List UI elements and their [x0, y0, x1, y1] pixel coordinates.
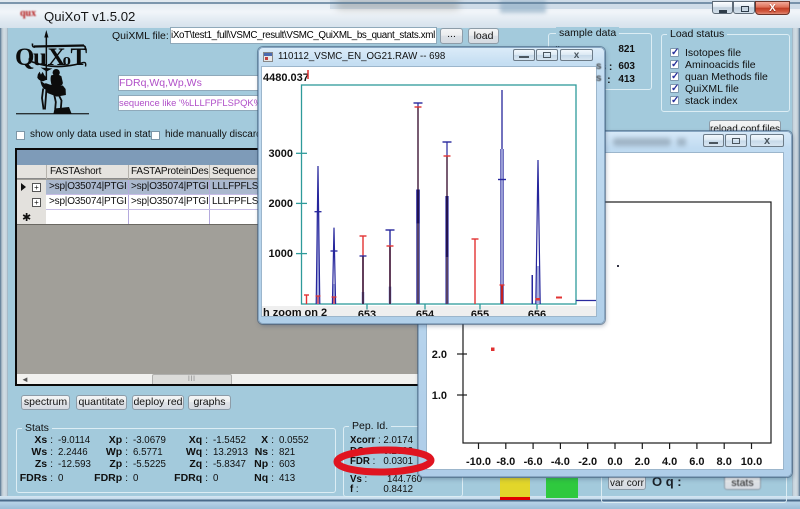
svg-text:4480.037: 4480.037	[263, 72, 309, 84]
svg-text:655: 655	[471, 309, 489, 317]
svg-text:-4.0: -4.0	[551, 456, 570, 468]
svg-text:h zoom on 2: h zoom on 2	[263, 307, 327, 317]
svg-text:2000: 2000	[269, 198, 293, 210]
svg-text:0.0: 0.0	[607, 456, 622, 468]
svg-text:-10.0: -10.0	[466, 456, 491, 468]
svg-text:8.0: 8.0	[717, 456, 732, 468]
svg-text:10.0: 10.0	[741, 456, 762, 468]
svg-text:654: 654	[416, 309, 435, 317]
svg-text:1000: 1000	[269, 248, 293, 260]
svg-text:-2.0: -2.0	[578, 456, 597, 468]
svg-text:1.0: 1.0	[432, 390, 447, 402]
svg-text:2.0: 2.0	[432, 349, 447, 361]
svg-text:2.0: 2.0	[635, 456, 650, 468]
svg-text:653: 653	[358, 309, 376, 317]
svg-text:-6.0: -6.0	[524, 456, 543, 468]
svg-text:4.0: 4.0	[662, 456, 677, 468]
svg-text:656: 656	[528, 309, 546, 317]
svg-text:3000: 3000	[269, 148, 293, 160]
svg-text:6.0: 6.0	[689, 456, 704, 468]
svg-text:-8.0: -8.0	[496, 456, 515, 468]
svg-text:Qu: Qu	[15, 44, 47, 71]
